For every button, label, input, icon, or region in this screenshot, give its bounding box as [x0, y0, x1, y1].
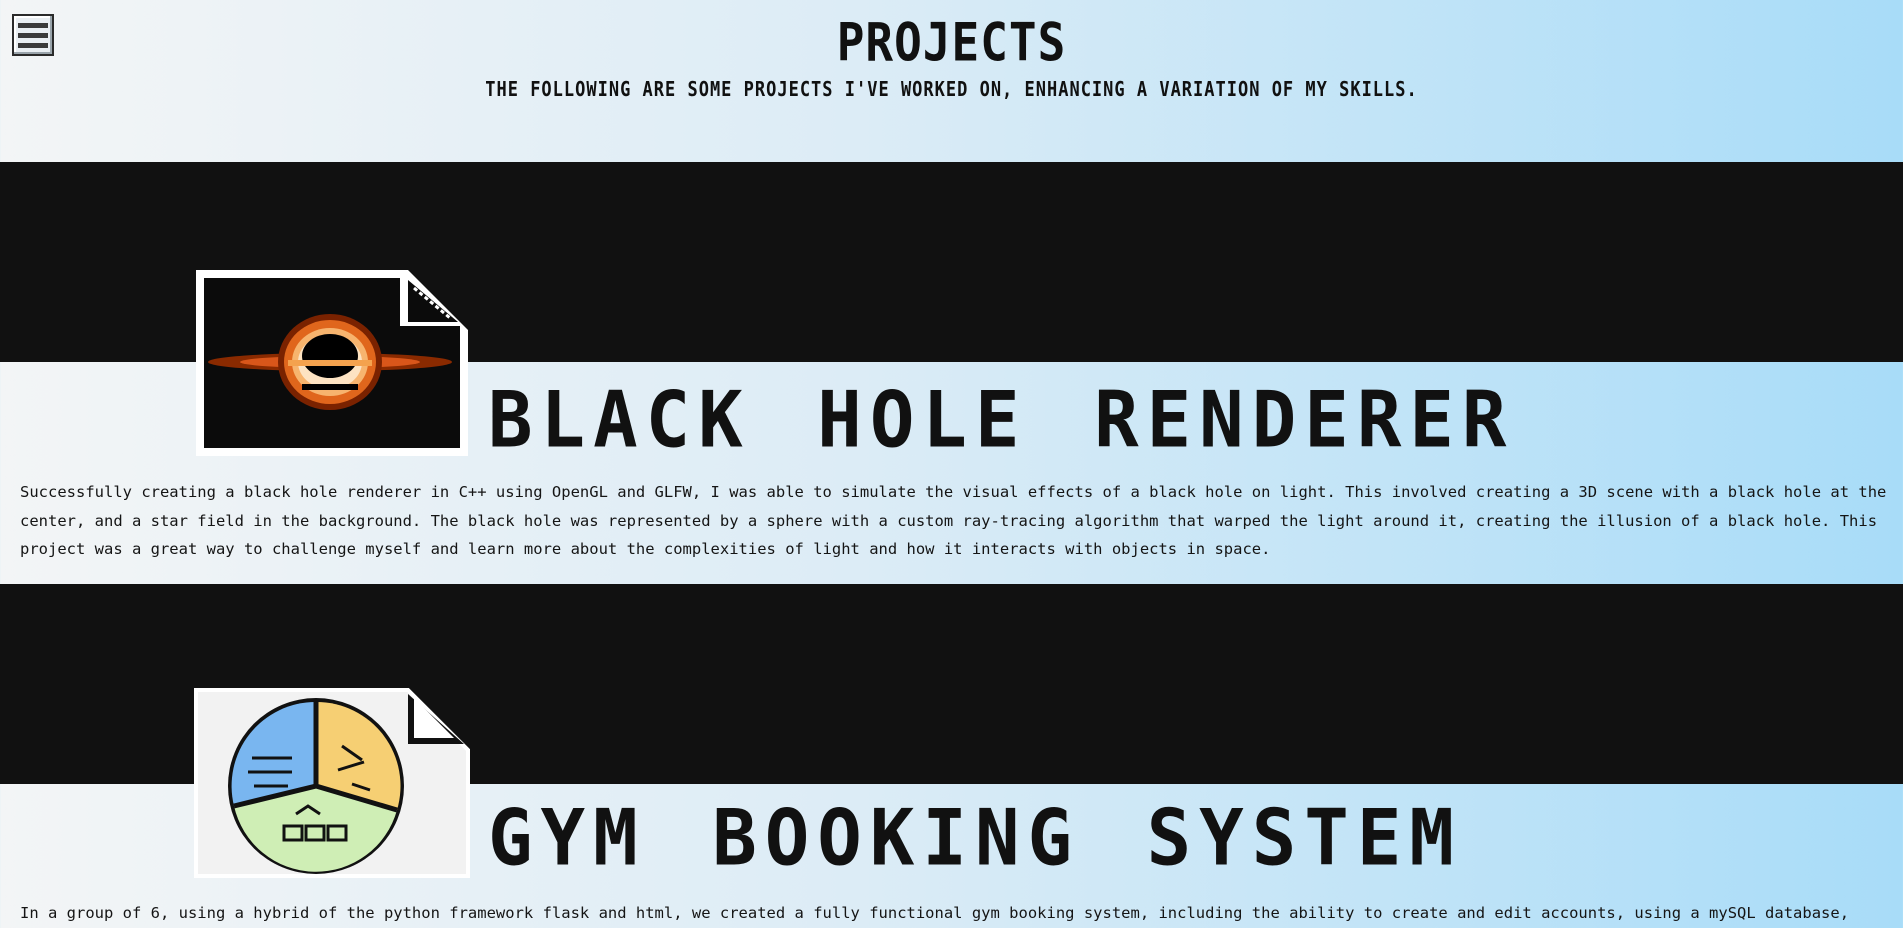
- project-title: BLACK HOLE RENDERER: [488, 374, 1515, 466]
- page-title: PROJECTS: [836, 11, 1067, 74]
- page-header: PROJECTS THE FOLLOWING ARE SOME PROJECTS…: [0, 0, 1903, 162]
- page-subtitle: THE FOLLOWING ARE SOME PROJECTS I'VE WOR…: [485, 78, 1418, 102]
- pie-chart-thumbnail[interactable]: [192, 686, 472, 880]
- project-description: In a group of 6, using a hybrid of the p…: [20, 904, 1850, 922]
- project-title: GYM BOOKING SYSTEM: [488, 792, 1462, 884]
- project-description: Successfully creating a black hole rende…: [20, 483, 1887, 558]
- black-hole-thumbnail[interactable]: [192, 266, 472, 460]
